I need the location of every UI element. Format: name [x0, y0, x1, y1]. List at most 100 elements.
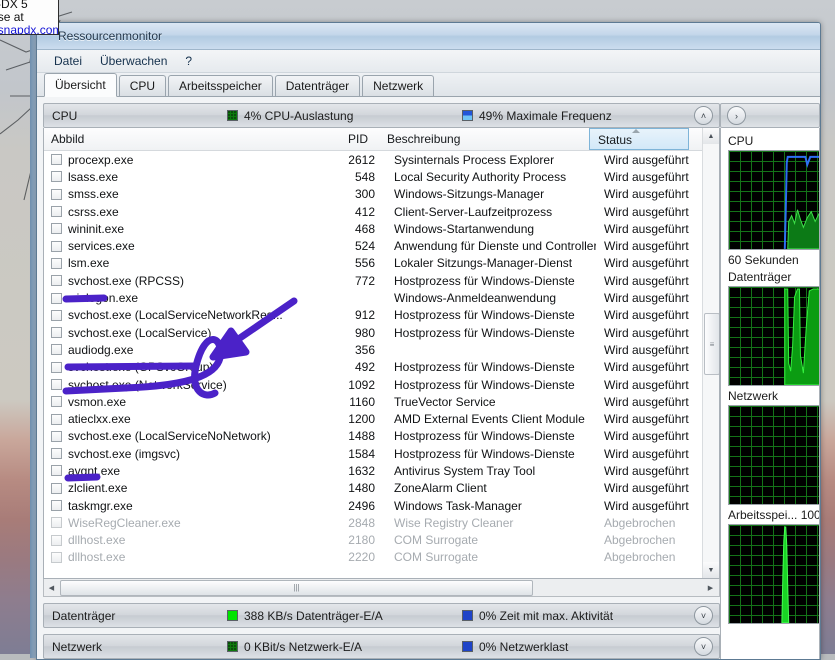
row-checkbox[interactable]: [51, 465, 62, 477]
network-io-stat: 0 KBit/s Netzwerk-E/A: [227, 640, 462, 654]
network-section-header[interactable]: Netzwerk 0 KBit/s Netzwerk-E/A 0% Netzwe…: [43, 634, 720, 659]
column-header-pid[interactable]: PID: [319, 128, 374, 150]
table-row[interactable]: vsmon.exe 1160 TrueVector Service Wird ausg…: [44, 393, 719, 410]
window-titlebar[interactable]: Ressourcenmonitor: [37, 23, 820, 50]
row-checkbox[interactable]: [51, 292, 62, 304]
row-checkbox[interactable]: [51, 206, 62, 218]
table-row[interactable]: dllhost.exe 2220 COM Surrogate Abgebrochen: [44, 549, 719, 566]
table-row[interactable]: WiseRegCleaner.exe 2848 Wise Registry Clea…: [44, 514, 719, 531]
process-table-rows: procexp.exe 2612 Sysinternals Process Expl…: [44, 151, 719, 578]
column-header-beschreibung[interactable]: Beschreibung: [374, 128, 589, 150]
row-checkbox[interactable]: [51, 430, 62, 442]
cpu-section-collapse-icon[interactable]: ˄: [694, 106, 713, 125]
row-checkbox[interactable]: [51, 257, 62, 269]
tab-strip: Übersicht CPU Arbeitsspeicher Datenträge…: [37, 73, 820, 97]
network-section-expand-icon[interactable]: ˅: [694, 637, 713, 656]
cell-description: Windows Task-Manager: [394, 498, 522, 513]
row-checkbox[interactable]: [51, 482, 62, 494]
row-checkbox[interactable]: [51, 396, 62, 408]
table-row[interactable]: svchost.exe (GPSvcGroup) 492 Hostprozess f…: [44, 359, 719, 376]
row-checkbox[interactable]: [51, 240, 62, 252]
scroll-up-icon[interactable]: ▲: [703, 128, 719, 144]
cell-image-name: winlogon.exe: [68, 291, 139, 306]
tab-cpu[interactable]: CPU: [118, 75, 167, 96]
disk-section-expand-icon[interactable]: ˅: [694, 606, 713, 625]
row-checkbox[interactable]: [51, 309, 62, 321]
cell-status: Wird ausgeführt: [604, 463, 689, 478]
table-row[interactable]: procexp.exe 2612 Sysinternals Process Expl…: [44, 151, 719, 168]
row-checkbox[interactable]: [51, 171, 62, 183]
table-row[interactable]: taskmgr.exe 2496 Windows Task-Manager Wird …: [44, 497, 719, 514]
sidebar-graphs-column: › CPU 60 Sekunden Datenträger Netzwerk A…: [720, 97, 820, 659]
row-checkbox[interactable]: [51, 448, 62, 460]
table-row[interactable]: audiodg.exe 356 Wird ausgeführt: [44, 341, 719, 358]
table-row[interactable]: winlogon.exe Windows-Anmeldeanwendung Wird…: [44, 289, 719, 306]
column-header-status[interactable]: Status: [589, 128, 689, 150]
column-header-abbild[interactable]: Abbild: [44, 128, 319, 150]
row-checkbox[interactable]: [51, 379, 62, 390]
table-row[interactable]: zlclient.exe 1480 ZoneAlarm Client Wird aus…: [44, 480, 719, 497]
hscroll-left-icon[interactable]: ◀: [44, 580, 59, 595]
row-checkbox[interactable]: [51, 327, 62, 339]
process-table-panel: Abbild PID Beschreibung Status procexp.e…: [43, 128, 720, 579]
table-row[interactable]: svchost.exe (RPCSS) 772 Hostprozess für Wi…: [44, 272, 719, 289]
sidebar-expand-icon[interactable]: ›: [727, 106, 746, 125]
tab-uebersicht[interactable]: Übersicht: [44, 73, 117, 97]
hscroll-thumb[interactable]: |||: [60, 579, 533, 596]
cell-image-name: avgnt.exe: [68, 463, 121, 478]
cell-image-name: procexp.exe: [68, 152, 134, 167]
table-row[interactable]: lsm.exe 556 Lokaler Sitzungs-Manager-Diens…: [44, 255, 719, 272]
row-checkbox[interactable]: [51, 534, 62, 546]
cell-status: Wird ausgeführt: [604, 394, 689, 409]
table-row[interactable]: svchost.exe (LocalServiceNetworkRes... 91…: [44, 307, 719, 324]
scroll-down-icon[interactable]: ▼: [703, 562, 719, 578]
table-row[interactable]: smss.exe 300 Windows-Sitzungs-Manager Wird …: [44, 186, 719, 203]
row-checkbox[interactable]: [51, 551, 62, 563]
menu-item-help[interactable]: ?: [176, 52, 201, 70]
cpu-section-header[interactable]: CPU 4% CPU-Auslastung 49% Maximale Frequ…: [43, 103, 720, 128]
table-vertical-scrollbar[interactable]: ▲ ≡ ▼: [702, 128, 719, 578]
cell-description: Hostprozess für Windows-Dienste: [394, 360, 575, 375]
table-row[interactable]: services.exe 524 Anwendung für Dienste und…: [44, 237, 719, 254]
disk-activity-label: 0% Zeit mit max. Aktivität: [479, 608, 614, 623]
table-row[interactable]: avgnt.exe 1632 Antivirus System Tray Tool W…: [44, 462, 719, 479]
row-checkbox[interactable]: [51, 188, 62, 200]
table-row[interactable]: svchost.exe (LocalService) 980 Hostprozess…: [44, 324, 719, 341]
table-row[interactable]: lsass.exe 548 Local Security Authority Pro…: [44, 168, 719, 185]
table-row[interactable]: svchost.exe (imgsvc) 1584 Hostprozess für …: [44, 445, 719, 462]
row-checkbox[interactable]: [51, 154, 62, 166]
tab-datentraeger[interactable]: Datenträger: [274, 75, 361, 96]
menu-item-ueberwachen[interactable]: Überwachen: [91, 52, 176, 70]
hscroll-right-icon[interactable]: ▶: [703, 580, 718, 595]
row-checkbox[interactable]: [51, 275, 62, 287]
tab-arbeitsspeicher[interactable]: Arbeitsspeicher: [168, 75, 273, 96]
cell-status: Wird ausgeführt: [604, 169, 689, 184]
menu-item-datei[interactable]: Datei: [45, 52, 91, 70]
cpu-usage-label: 4% CPU-Auslastung: [244, 108, 354, 123]
table-row[interactable]: svchost.exe (LocalServiceNoNetwork) 1488 H…: [44, 428, 719, 445]
cell-pid: 2180: [348, 533, 375, 548]
graph-disk: [728, 286, 819, 386]
row-checkbox[interactable]: [51, 413, 62, 425]
disk-section-header[interactable]: Datenträger 388 KB/s Datenträger-E/A 0% …: [43, 603, 720, 628]
table-scroll-thumb[interactable]: ≡: [704, 313, 719, 375]
cell-pid: 1584: [348, 446, 375, 461]
table-row[interactable]: svchost.exe (NetworkService) 1092 Hostproz…: [44, 376, 719, 393]
table-row[interactable]: wininit.exe 468 Windows-Startanwendung Wird…: [44, 220, 719, 237]
tab-netzwerk[interactable]: Netzwerk: [362, 75, 435, 96]
table-row[interactable]: csrss.exe 412 Client-Server-Laufzeitprozes…: [44, 203, 719, 220]
cell-description: COM Surrogate: [394, 533, 479, 548]
table-row[interactable]: dllhost.exe 2180 COM Surrogate Abgebrochen: [44, 532, 719, 549]
row-checkbox[interactable]: [51, 223, 62, 235]
cell-status: Wird ausgeführt: [604, 325, 689, 340]
table-horizontal-scrollbar[interactable]: ◀ ||| ▶: [43, 579, 720, 597]
row-checkbox[interactable]: [51, 361, 62, 373]
row-checkbox[interactable]: [51, 500, 62, 512]
cell-pid: 524: [354, 239, 375, 254]
graph-cpu: [728, 150, 819, 250]
graph-grid-network: [729, 406, 819, 504]
row-checkbox[interactable]: [51, 517, 62, 529]
cell-description: TrueVector Service: [394, 394, 496, 409]
table-row[interactable]: atieclxx.exe 1200 AMD External Events Clie…: [44, 410, 719, 427]
row-checkbox[interactable]: [51, 344, 62, 356]
